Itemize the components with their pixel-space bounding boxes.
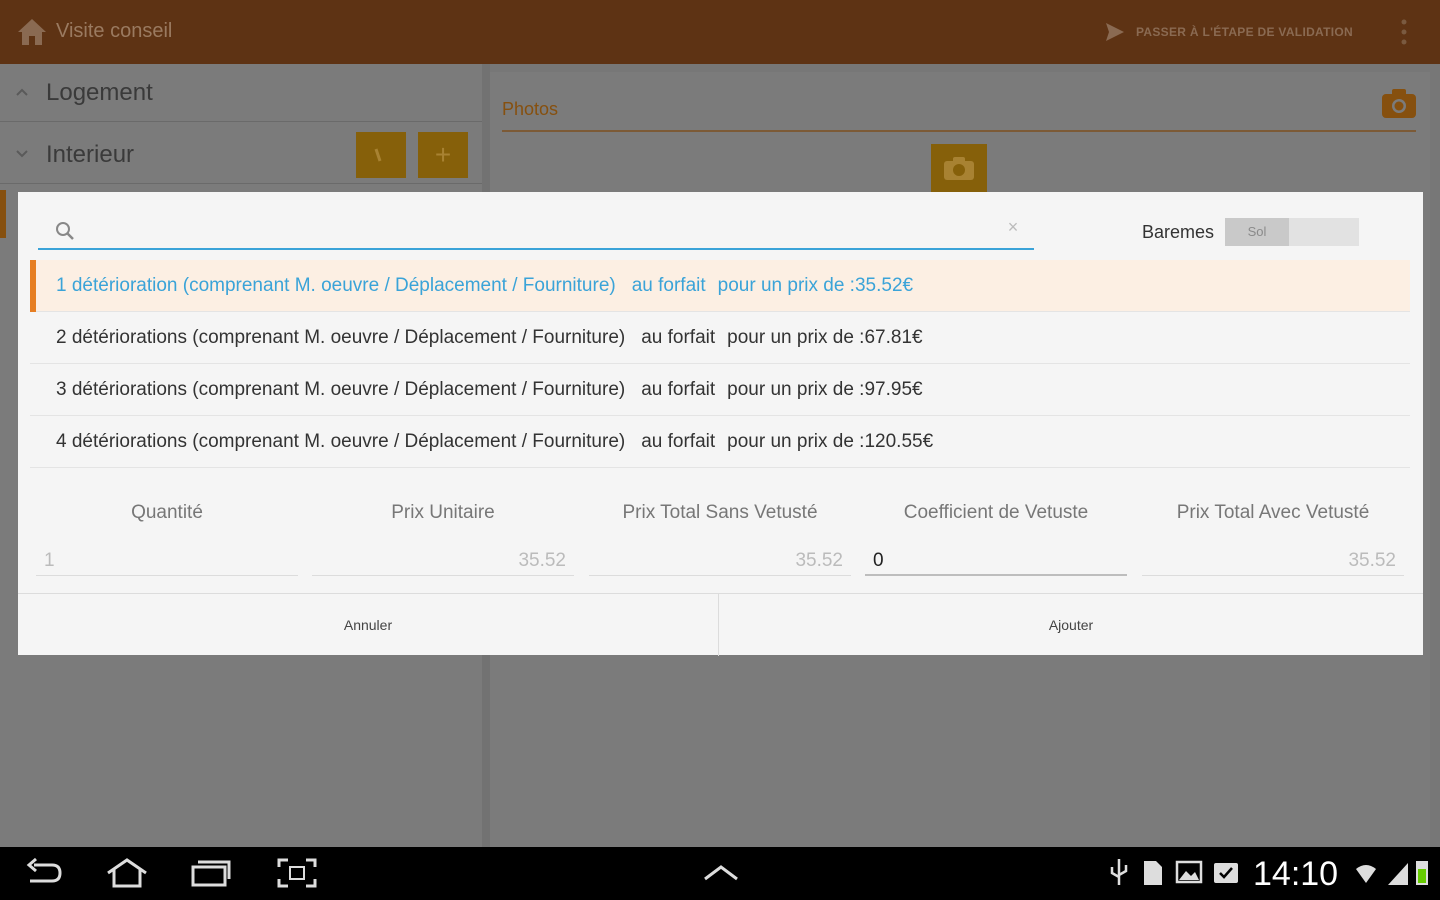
item-forfait: au forfait bbox=[641, 326, 716, 348]
selection-indicator bbox=[0, 190, 6, 238]
add-button[interactable]: + bbox=[418, 132, 468, 178]
pencil-icon bbox=[374, 148, 382, 162]
item-description: 1 détérioration (comprenant M. oeuvre / … bbox=[56, 274, 616, 296]
toggle-label: Sol bbox=[1225, 218, 1289, 246]
dialog-button-bar: Annuler Ajouter bbox=[18, 593, 1423, 656]
quantite-input[interactable]: 1 bbox=[36, 550, 298, 576]
document-icon bbox=[1144, 861, 1162, 885]
send-icon bbox=[1106, 23, 1124, 41]
field-label: Prix Total Sans Vetusté bbox=[622, 502, 818, 523]
prix-total-avec-vetuste-input[interactable]: 35.52 bbox=[1142, 550, 1404, 576]
item-description: 4 détériorations (comprenant M. oeuvre /… bbox=[56, 430, 626, 452]
battery-icon bbox=[1416, 861, 1428, 885]
item-price: pour un prix de :67.81€ bbox=[727, 326, 923, 348]
item-description: 2 détériorations (comprenant M. oeuvre /… bbox=[56, 326, 626, 348]
section-label: Logement bbox=[46, 79, 153, 106]
home-icon[interactable] bbox=[14, 14, 50, 50]
cancel-button[interactable]: Annuler bbox=[18, 594, 718, 656]
clipboard-check-icon bbox=[1214, 863, 1238, 883]
section-label: Interieur bbox=[46, 141, 135, 168]
search-bar: × bbox=[38, 212, 1034, 250]
item-price: pour un prix de :97.95€ bbox=[727, 378, 923, 400]
item-price: pour un prix de :120.55€ bbox=[727, 430, 934, 452]
take-photo-button[interactable] bbox=[931, 144, 987, 192]
usb-icon bbox=[1110, 859, 1128, 885]
search-input[interactable] bbox=[84, 216, 984, 244]
section-logement[interactable]: Logement bbox=[0, 64, 482, 122]
chevron-up-icon[interactable] bbox=[702, 857, 740, 889]
price-fields: Quantité 1 Prix Unitaire 35.52 Prix Tota… bbox=[32, 496, 1412, 580]
action-bar: Visite conseil PASSER À L'ÉTAPE DE VALID… bbox=[0, 0, 1440, 64]
edit-button[interactable] bbox=[356, 132, 406, 178]
search-icon bbox=[56, 222, 74, 240]
photos-divider bbox=[502, 130, 1416, 132]
validate-step-label: PASSER À L'ÉTAPE DE VALIDATION bbox=[1136, 25, 1353, 39]
item-description: 3 détériorations (comprenant M. oeuvre /… bbox=[56, 378, 626, 400]
validate-step-button[interactable]: PASSER À L'ÉTAPE DE VALIDATION bbox=[1104, 18, 1353, 46]
chevron-down-icon bbox=[16, 150, 28, 158]
image-icon bbox=[1175, 860, 1203, 884]
prix-unitaire-input[interactable]: 35.52 bbox=[312, 550, 574, 576]
clear-icon[interactable]: × bbox=[1004, 218, 1022, 236]
item-forfait: au forfait bbox=[631, 274, 706, 296]
bareme-list: 1 détérioration (comprenant M. oeuvre / … bbox=[30, 260, 1410, 468]
baremes-toggle[interactable]: Sol bbox=[1225, 218, 1359, 246]
signal-icon bbox=[1388, 863, 1408, 885]
list-item[interactable]: 3 détériorations (comprenant M. oeuvre /… bbox=[30, 364, 1410, 416]
wifi-icon bbox=[1356, 865, 1376, 883]
list-item[interactable]: 1 détérioration (comprenant M. oeuvre / … bbox=[30, 260, 1410, 312]
overflow-menu-icon[interactable] bbox=[1396, 16, 1412, 48]
prix-unitaire-field: Prix Unitaire 35.52 bbox=[308, 496, 578, 580]
field-label: Prix Unitaire bbox=[391, 502, 495, 523]
field-label: Quantité bbox=[131, 502, 203, 523]
back-icon[interactable] bbox=[24, 857, 64, 889]
bareme-dialog: × Baremes Sol 1 détérioration (comprenan… bbox=[18, 192, 1423, 656]
field-label: Prix Total Avec Vetusté bbox=[1176, 502, 1370, 523]
home-nav-icon[interactable] bbox=[104, 857, 150, 889]
recent-apps-icon[interactable] bbox=[190, 857, 232, 889]
field-label: Coefficient de Vetuste bbox=[903, 502, 1089, 523]
camera-icon[interactable] bbox=[1380, 86, 1418, 120]
prix-total-sans-vetuste-field: Prix Total Sans Vetusté 35.52 bbox=[585, 496, 855, 580]
prix-total-avec-vetuste-field: Prix Total Avec Vetusté 35.52 bbox=[1138, 496, 1408, 580]
item-forfait: au forfait bbox=[641, 430, 716, 452]
list-item[interactable]: 4 détériorations (comprenant M. oeuvre /… bbox=[30, 416, 1410, 468]
camera-icon bbox=[944, 157, 974, 180]
coefficient-vetuste-field: Coefficient de Vetuste 0 bbox=[861, 496, 1131, 580]
system-nav-bar: 14:10 bbox=[0, 847, 1440, 900]
list-item[interactable]: 2 détériorations (comprenant M. oeuvre /… bbox=[30, 312, 1410, 364]
prix-total-sans-vetuste-input[interactable]: 35.52 bbox=[589, 550, 851, 576]
add-button[interactable]: Ajouter bbox=[719, 594, 1423, 656]
item-price: pour un prix de :35.52€ bbox=[717, 274, 914, 296]
quantite-field: Quantité 1 bbox=[32, 496, 302, 580]
section-interieur[interactable]: Interieur + bbox=[0, 126, 482, 184]
coefficient-vetuste-input[interactable]: 0 bbox=[865, 550, 1127, 576]
chevron-up-icon bbox=[16, 88, 28, 96]
photos-label: Photos bbox=[502, 99, 559, 119]
baremes-label: Baremes bbox=[1142, 222, 1215, 242]
app-title[interactable]: Visite conseil bbox=[56, 20, 172, 43]
clock: 14:10 bbox=[1253, 855, 1339, 893]
screenshot-icon[interactable] bbox=[276, 857, 318, 889]
item-forfait: au forfait bbox=[641, 378, 716, 400]
